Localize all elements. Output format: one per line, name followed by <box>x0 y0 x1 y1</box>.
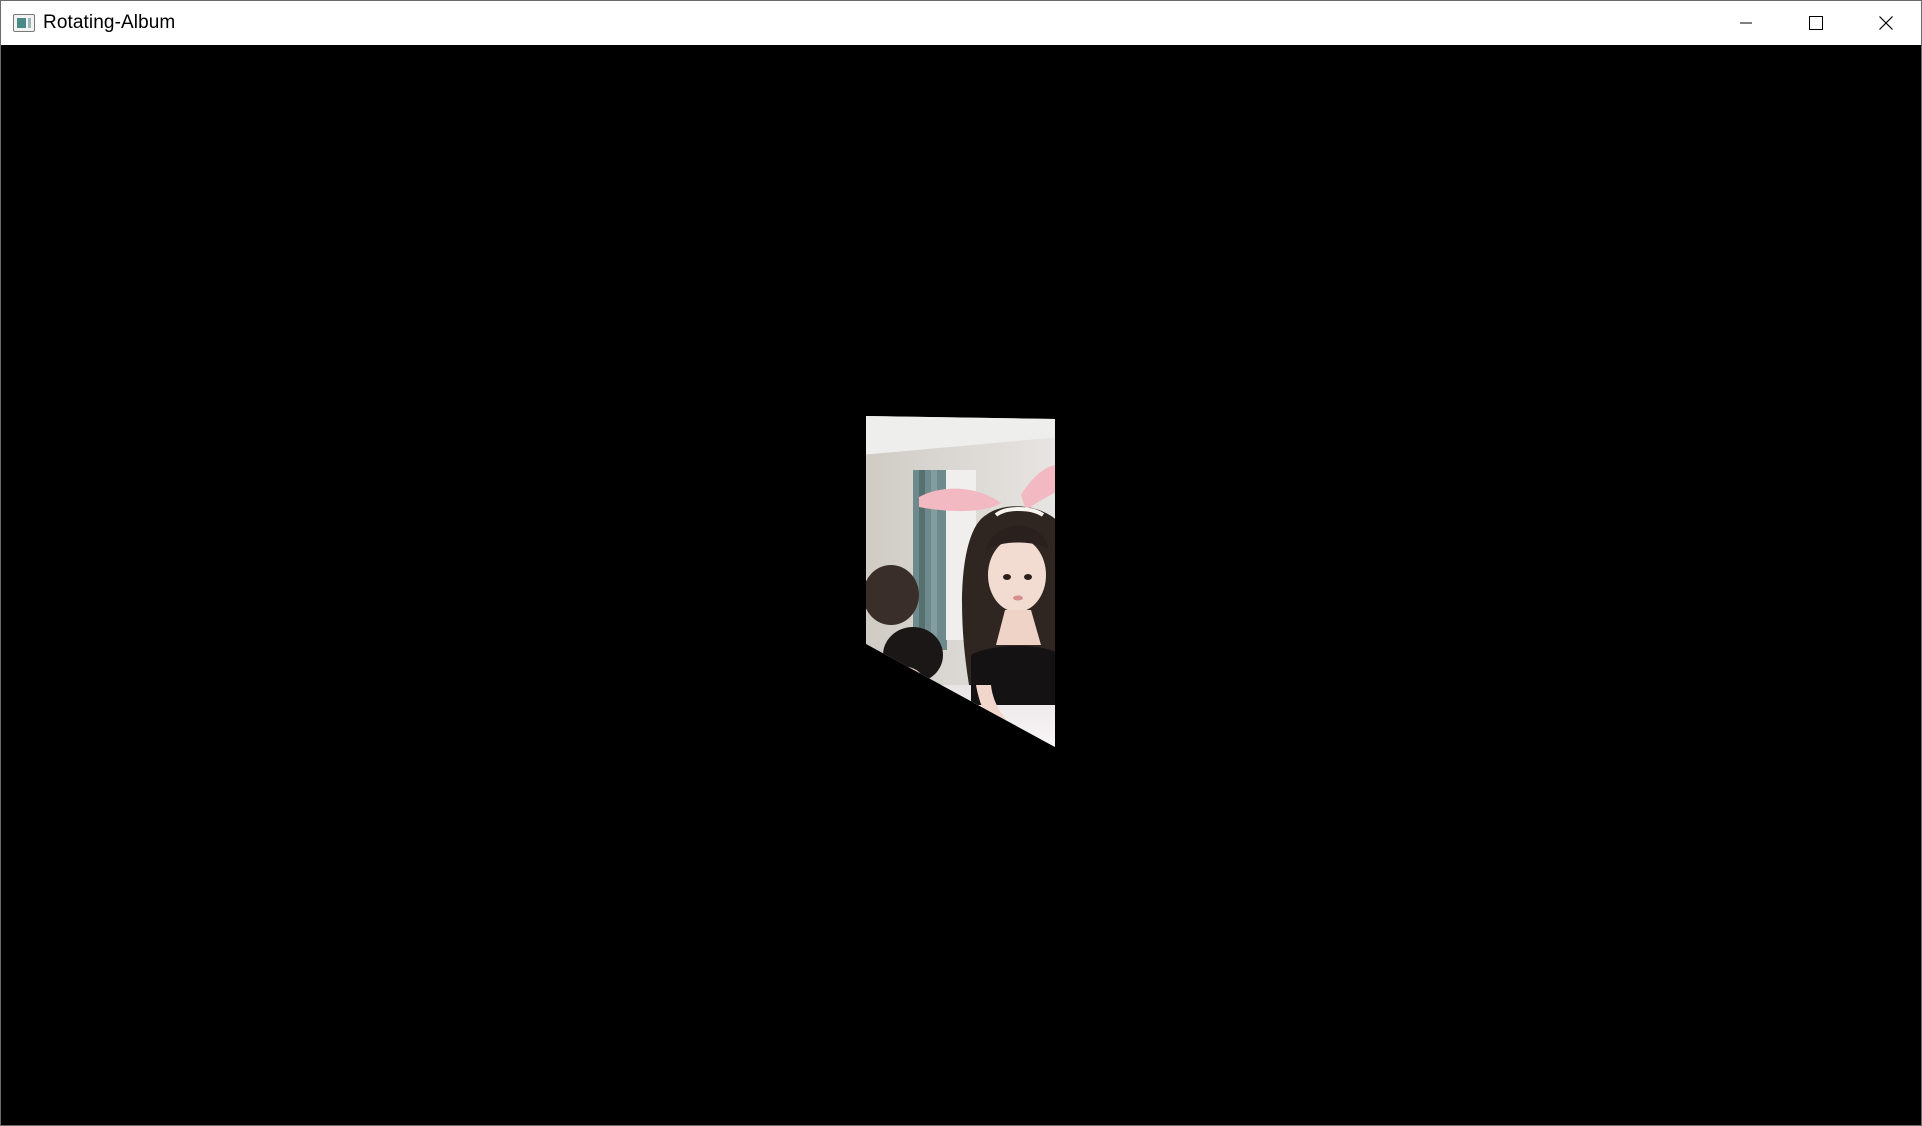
app-window: Rotating-Album <box>0 0 1922 1126</box>
app-window-icon <box>13 14 35 32</box>
rotating-photo-card[interactable] <box>1 45 1921 1125</box>
window-controls <box>1711 1 1921 45</box>
minimize-button[interactable] <box>1711 1 1781 45</box>
photo-content <box>866 416 1055 747</box>
minimize-icon <box>1740 22 1752 24</box>
maximize-button[interactable] <box>1781 1 1851 45</box>
maximize-icon <box>1809 16 1823 30</box>
album-canvas[interactable] <box>1 45 1921 1125</box>
close-icon <box>1879 16 1893 30</box>
title-bar[interactable]: Rotating-Album <box>1 1 1921 45</box>
window-title: Rotating-Album <box>43 12 176 33</box>
close-button[interactable] <box>1851 1 1921 45</box>
